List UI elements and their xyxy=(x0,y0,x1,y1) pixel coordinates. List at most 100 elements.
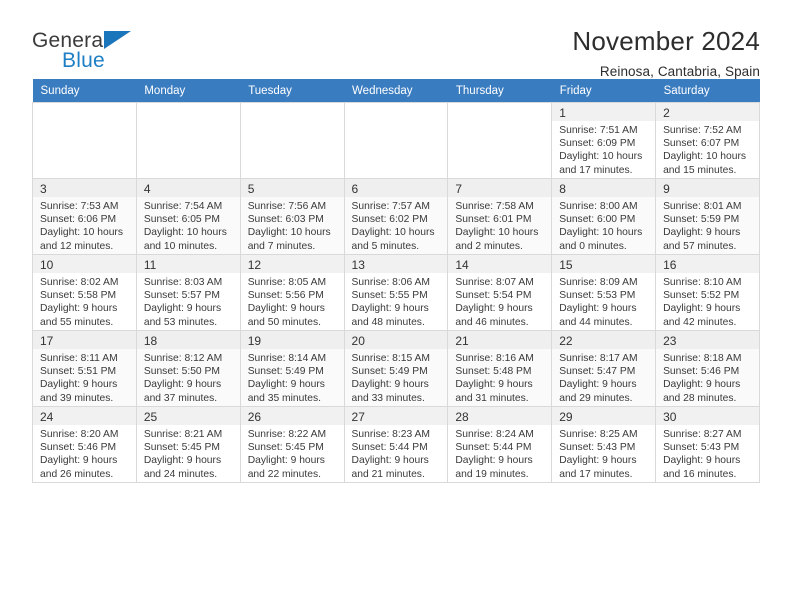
calendar-day-cell[interactable]: 20 Sunrise: 8:15 AM Sunset: 5:49 PM Dayligh… xyxy=(343,330,449,407)
sunset-text: Sunset: 5:44 PM xyxy=(455,442,532,454)
calendar-body: 1 Sunrise: 7:51 AM Sunset: 6:09 PM Daylight… xyxy=(32,102,760,483)
daylight-text-line1: Daylight: 9 hours xyxy=(559,379,637,391)
calendar-day-cell[interactable]: 15 Sunrise: 8:09 AM Sunset: 5:53 PM Dayligh… xyxy=(551,254,657,331)
calendar-day-cell[interactable]: 16 Sunrise: 8:10 AM Sunset: 5:52 PM Dayligh… xyxy=(655,254,760,331)
sunrise-text: Sunrise: 7:52 AM xyxy=(663,125,742,136)
calendar-day-cell[interactable]: 7 Sunrise: 7:58 AM Sunset: 6:01 PM Daylight… xyxy=(447,178,553,255)
day-number: 15 xyxy=(552,255,656,273)
daylight-text-line2: and 31 minutes. xyxy=(455,392,529,404)
daylight-text-line1: Daylight: 9 hours xyxy=(663,455,741,467)
calendar-day-cell[interactable]: 21 Sunrise: 8:16 AM Sunset: 5:48 PM Dayligh… xyxy=(447,330,553,407)
calendar-table: Sunday Monday Tuesday Wednesday Thursday… xyxy=(32,79,760,483)
calendar-day-cell[interactable]: 4 Sunrise: 7:54 AM Sunset: 6:05 PM Daylight… xyxy=(135,178,241,255)
day-sun-info: Sunrise: 8:05 AM Sunset: 5:56 PM Daylight:… xyxy=(241,273,344,329)
sunset-text: Sunset: 5:43 PM xyxy=(559,442,636,454)
sunrise-text: Sunrise: 8:03 AM xyxy=(143,277,223,288)
calendar-page: General Blue November 2024 Reinosa, Cant… xyxy=(0,0,792,612)
weekday-header-friday: Friday xyxy=(551,79,656,103)
calendar-day-cell[interactable]: 29 Sunrise: 8:25 AM Sunset: 5:43 PM Dayligh… xyxy=(551,406,657,483)
day-number: 10 xyxy=(33,255,136,273)
sunrise-text: Sunrise: 8:25 AM xyxy=(559,429,638,440)
day-cell-inner: 13 Sunrise: 8:06 AM Sunset: 5:55 PM Dayligh… xyxy=(344,255,448,330)
calendar-day-cell[interactable]: 25 Sunrise: 8:21 AM Sunset: 5:45 PM Dayligh… xyxy=(135,406,241,483)
sunrise-text: Sunrise: 8:09 AM xyxy=(559,277,638,288)
sunset-text: Sunset: 5:48 PM xyxy=(455,366,532,378)
calendar-day-cell[interactable]: 3 Sunrise: 7:53 AM Sunset: 6:06 PM Daylight… xyxy=(32,178,137,255)
daylight-text-line2: and 10 minutes. xyxy=(143,240,218,252)
calendar-day-cell[interactable]: 10 Sunrise: 8:02 AM Sunset: 5:58 PM Dayligh… xyxy=(32,254,137,331)
daylight-text-line2: and 55 minutes. xyxy=(40,316,114,328)
calendar-day-cell[interactable]: 12 Sunrise: 8:05 AM Sunset: 5:56 PM Dayligh… xyxy=(239,254,345,331)
sunrise-text: Sunrise: 8:00 AM xyxy=(559,201,638,212)
sunset-text: Sunset: 6:03 PM xyxy=(247,214,324,226)
calendar-day-cell[interactable]: 23 Sunrise: 8:18 AM Sunset: 5:46 PM Dayligh… xyxy=(655,330,760,407)
daylight-text-line1: Daylight: 9 hours xyxy=(351,379,429,391)
page-header: General Blue November 2024 Reinosa, Cant… xyxy=(32,0,760,79)
daylight-text-line1: Daylight: 9 hours xyxy=(559,303,637,315)
day-cell-inner: 3 Sunrise: 7:53 AM Sunset: 6:06 PM Daylight… xyxy=(33,179,136,254)
daylight-text-line1: Daylight: 9 hours xyxy=(40,303,118,315)
calendar-day-cell[interactable]: 14 Sunrise: 8:07 AM Sunset: 5:54 PM Dayligh… xyxy=(447,254,553,331)
calendar-day-cell[interactable]: 13 Sunrise: 8:06 AM Sunset: 5:55 PM Dayligh… xyxy=(343,254,449,331)
sunset-text: Sunset: 5:57 PM xyxy=(143,290,220,302)
calendar-day-cell[interactable]: 18 Sunrise: 8:12 AM Sunset: 5:50 PM Dayligh… xyxy=(135,330,241,407)
daylight-text-line1: Daylight: 9 hours xyxy=(143,455,222,467)
calendar-day-cell[interactable]: 9 Sunrise: 8:01 AM Sunset: 5:59 PM Daylight… xyxy=(655,178,760,255)
day-sun-info: Sunrise: 7:54 AM Sunset: 6:05 PM Daylight:… xyxy=(137,197,240,253)
day-sun-info: Sunrise: 8:06 AM Sunset: 5:55 PM Daylight:… xyxy=(345,273,448,329)
sunrise-text: Sunrise: 8:24 AM xyxy=(455,429,534,440)
calendar-day-cell[interactable]: 24 Sunrise: 8:20 AM Sunset: 5:46 PM Dayligh… xyxy=(32,406,137,483)
daylight-text-line2: and 29 minutes. xyxy=(559,392,633,404)
calendar-day-cell[interactable]: 19 Sunrise: 8:14 AM Sunset: 5:49 PM Dayligh… xyxy=(239,330,345,407)
day-number: 18 xyxy=(136,331,240,349)
sunset-text: Sunset: 6:00 PM xyxy=(559,214,636,226)
sunset-text: Sunset: 5:55 PM xyxy=(351,290,428,302)
sunset-text: Sunset: 6:05 PM xyxy=(143,214,220,226)
day-number: 29 xyxy=(552,407,656,425)
daylight-text-line1: Daylight: 9 hours xyxy=(143,379,222,391)
calendar-day-cell[interactable]: 26 Sunrise: 8:22 AM Sunset: 5:45 PM Dayligh… xyxy=(239,406,345,483)
calendar-day-cell[interactable]: 6 Sunrise: 7:57 AM Sunset: 6:02 PM Daylight… xyxy=(343,178,449,255)
day-sun-info: Sunrise: 8:03 AM Sunset: 5:57 PM Daylight:… xyxy=(137,273,240,329)
sunrise-text: Sunrise: 8:20 AM xyxy=(40,429,119,440)
sunset-text: Sunset: 5:47 PM xyxy=(559,366,636,378)
day-sun-info xyxy=(33,121,136,124)
calendar-day-cell[interactable]: 27 Sunrise: 8:23 AM Sunset: 5:44 PM Dayligh… xyxy=(343,406,449,483)
sunrise-text: Sunrise: 7:51 AM xyxy=(559,125,638,136)
day-cell-inner xyxy=(33,103,136,178)
calendar-day-cell[interactable]: 30 Sunrise: 8:27 AM Sunset: 5:43 PM Dayligh… xyxy=(655,406,760,483)
sunrise-text: Sunrise: 8:07 AM xyxy=(455,277,534,288)
day-number xyxy=(448,103,551,121)
daylight-text-line2: and 7 minutes. xyxy=(247,240,316,252)
daylight-text-line1: Daylight: 10 hours xyxy=(40,227,123,239)
day-number: 19 xyxy=(240,331,344,349)
sunrise-text: Sunrise: 7:58 AM xyxy=(455,201,534,212)
sunset-text: Sunset: 6:07 PM xyxy=(663,138,740,150)
calendar-day-cell[interactable]: 2 Sunrise: 7:52 AM Sunset: 6:07 PM Daylight… xyxy=(655,102,760,179)
calendar-day-cell[interactable]: 28 Sunrise: 8:24 AM Sunset: 5:44 PM Dayligh… xyxy=(447,406,553,483)
weekday-header-row: Sunday Monday Tuesday Wednesday Thursday… xyxy=(32,79,760,103)
day-sun-info: Sunrise: 8:20 AM Sunset: 5:46 PM Daylight:… xyxy=(33,425,136,481)
calendar-empty-cell xyxy=(32,102,137,179)
day-cell-inner xyxy=(137,103,240,178)
day-cell-inner: 9 Sunrise: 8:01 AM Sunset: 5:59 PM Daylight… xyxy=(656,179,759,254)
day-sun-info: Sunrise: 7:52 AM Sunset: 6:07 PM Daylight:… xyxy=(656,121,759,177)
calendar-day-cell[interactable]: 17 Sunrise: 8:11 AM Sunset: 5:51 PM Dayligh… xyxy=(32,330,137,407)
day-cell-inner: 8 Sunrise: 8:00 AM Sunset: 6:00 PM Daylight… xyxy=(552,179,656,254)
day-cell-inner: 1 Sunrise: 7:51 AM Sunset: 6:09 PM Daylight… xyxy=(552,103,656,178)
calendar-day-cell[interactable]: 5 Sunrise: 7:56 AM Sunset: 6:03 PM Daylight… xyxy=(239,178,345,255)
calendar-day-cell[interactable]: 1 Sunrise: 7:51 AM Sunset: 6:09 PM Daylight… xyxy=(551,102,657,179)
calendar-day-cell[interactable]: 11 Sunrise: 8:03 AM Sunset: 5:57 PM Dayligh… xyxy=(135,254,241,331)
sunrise-text: Sunrise: 7:56 AM xyxy=(247,201,327,212)
brand-logo[interactable]: General Blue xyxy=(32,28,152,71)
calendar-day-cell[interactable]: 8 Sunrise: 8:00 AM Sunset: 6:00 PM Daylight… xyxy=(551,178,657,255)
calendar-day-cell[interactable]: 22 Sunrise: 8:17 AM Sunset: 5:47 PM Dayligh… xyxy=(551,330,657,407)
daylight-text-line1: Daylight: 9 hours xyxy=(351,455,429,467)
day-number: 24 xyxy=(33,407,136,425)
day-number: 13 xyxy=(344,255,448,273)
sunset-text: Sunset: 5:49 PM xyxy=(247,366,324,378)
daylight-text-line2: and 57 minutes. xyxy=(663,240,737,252)
daylight-text-line1: Daylight: 9 hours xyxy=(455,455,533,467)
day-number: 5 xyxy=(240,179,344,197)
sunset-text: Sunset: 6:09 PM xyxy=(559,138,636,150)
